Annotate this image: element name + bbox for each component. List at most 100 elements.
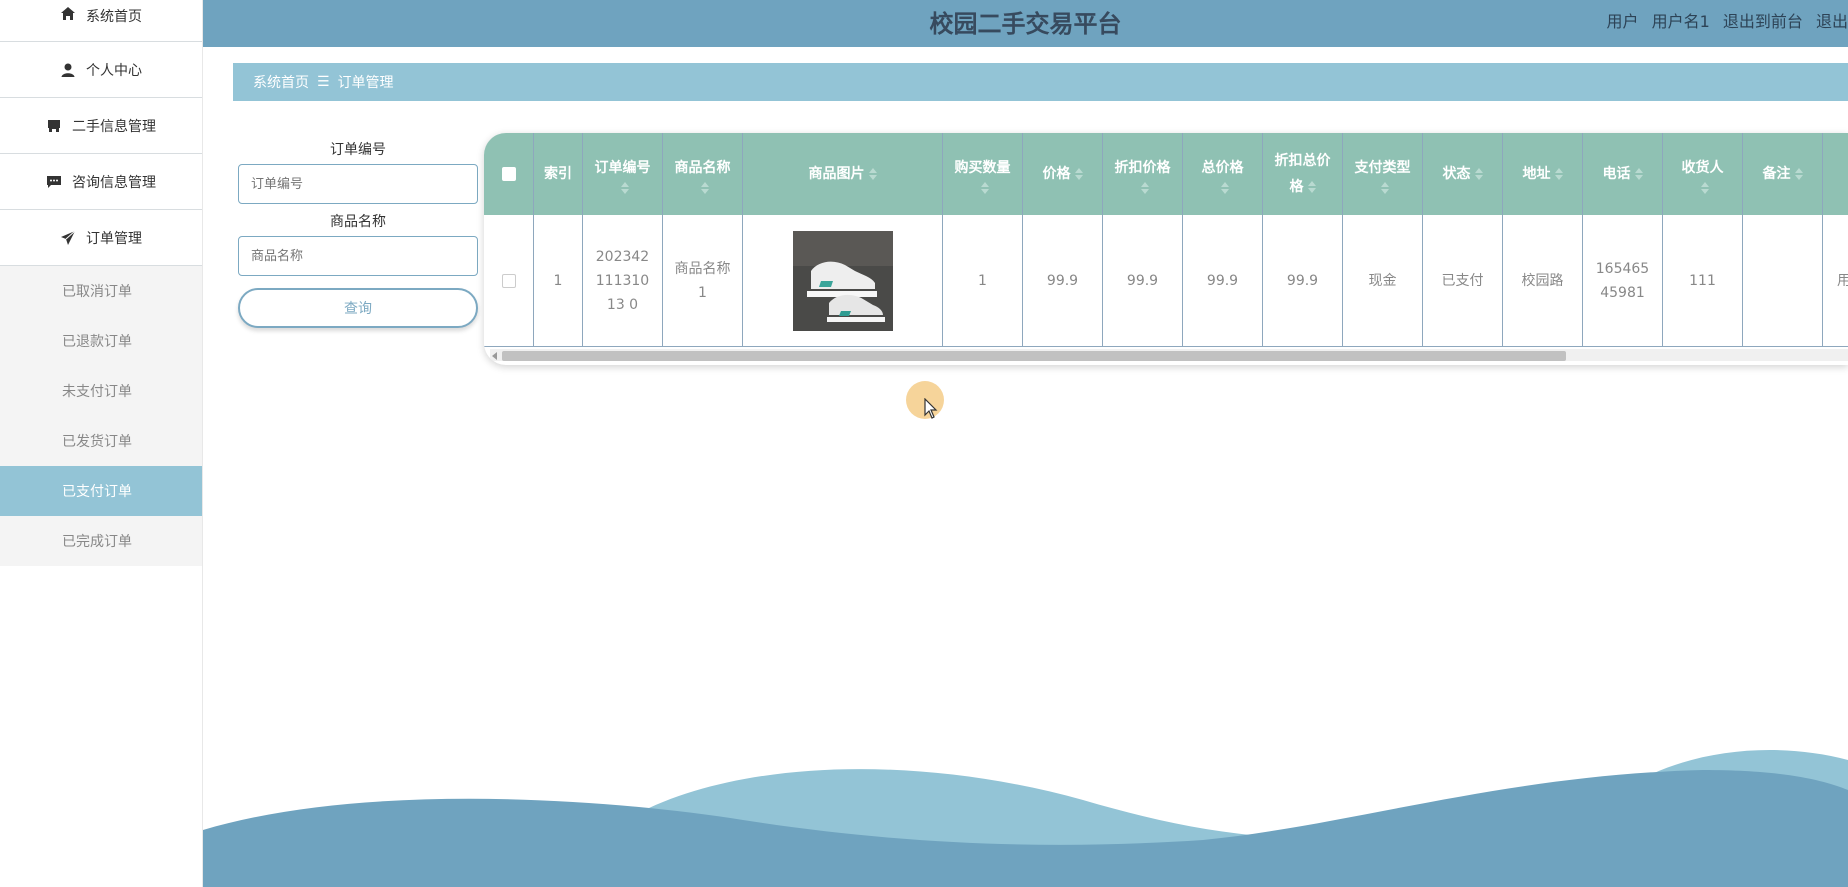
row-checkbox[interactable] [501,273,516,288]
username-label: 用户名1 [1651,12,1710,31]
send-icon [61,230,76,245]
sidebar-item-label: 二手信息管理 [72,118,156,135]
sidebar-subitem-unpaid[interactable]: 未支付订单 [0,366,202,416]
col-header-product-image[interactable]: 商品图片 [743,133,943,215]
scroll-left-arrow-icon[interactable] [492,352,497,360]
sidebar: 系统首页 个人中心 二手信息管理 咨询信息管理 订单管理 已取消订单 已退款订单… [0,0,203,887]
sidebar-item-label: 系统首页 [86,9,142,25]
sort-icon[interactable] [700,182,709,194]
order-table: 索引 订单编号 商品名称 商品图片 购买数量 价格 折扣价格 总价格 折扣总价格… [484,133,1848,365]
col-header-label: 状态 [1442,166,1471,182]
col-header-order-no[interactable]: 订单编号 [583,133,663,215]
col-header-status[interactable]: 状态 [1423,133,1503,215]
cell-product-image [743,215,943,347]
cell-pay-type: 现金 [1343,215,1423,347]
cell-remark [1743,215,1823,347]
breadcrumb-current: 订单管理 [337,75,394,91]
col-header-text: 折扣总价格 [1274,153,1331,195]
sort-icon[interactable] [1140,182,1149,194]
sort-icon[interactable] [1794,168,1803,180]
cell-order-no: 20234211131013 0 [583,215,663,347]
col-header-cut: 商 [1823,133,1848,215]
col-header-label: 备注 [1762,166,1791,182]
cell-cut: 用 [1823,215,1848,347]
col-header-label: 购买数量 [954,160,1011,176]
sidebar-subitem-shipped[interactable]: 已发货订单 [0,416,202,466]
shoe-image [792,230,893,331]
col-header-pay-type[interactable]: 支付类型 [1343,133,1423,215]
sidebar-subitem-paid[interactable]: 已支付订单 [0,466,202,516]
sidebar-item-home[interactable]: 系统首页 [0,0,202,42]
col-header-phone[interactable]: 电话 [1583,133,1663,215]
search-form: 订单编号 商品名称 查询 [238,140,478,328]
row-select-cell[interactable] [484,215,534,347]
col-header-product-name[interactable]: 商品名称 [663,133,743,215]
sidebar-item-orders[interactable]: 订单管理 [0,210,202,266]
sidebar-item-label: 订单管理 [86,230,142,247]
col-header-label: 订单编号 [594,160,651,176]
col-header-label: 收货人 [1681,160,1724,176]
sidebar-item-profile[interactable]: 个人中心 [0,42,202,98]
col-header-label: 价格 [1042,166,1071,182]
cell-product-name: 商品名称1 [663,215,743,347]
sidebar-subitem-refunded[interactable]: 已退款订单 [0,316,202,366]
sidebar-subitem-cancelled[interactable]: 已取消订单 [0,266,202,316]
select-all-cell[interactable] [484,133,534,215]
sort-icon[interactable] [1220,182,1229,194]
cell-address: 校园路 [1503,215,1583,347]
sidebar-item-consult[interactable]: 咨询信息管理 [0,154,202,210]
sort-icon[interactable] [1634,168,1643,180]
sidebar-subitem-completed[interactable]: 已完成订单 [0,516,202,566]
col-header-discount-total[interactable]: 折扣总价格 [1263,133,1343,215]
col-header-label: 支付类型 [1354,160,1411,176]
query-button[interactable]: 查询 [238,288,478,328]
sort-icon[interactable] [1307,181,1316,193]
order-no-label: 订单编号 [330,142,386,158]
sort-icon[interactable] [1554,168,1563,180]
sort-icon[interactable] [1074,168,1083,180]
col-header-index: 索引 [534,133,583,215]
back-to-front-link[interactable]: 退出到前台 [1723,12,1803,31]
order-no-input[interactable] [238,164,478,204]
col-header-label: 商品名称 [674,160,731,176]
col-header-receiver[interactable]: 收货人 [1663,133,1743,215]
logout-link[interactable]: 退出 [1816,12,1848,31]
col-header-address[interactable]: 地址 [1503,133,1583,215]
col-header-remark[interactable]: 备注 [1743,133,1823,215]
cell-phone: 16546545981 [1583,215,1663,347]
wave-decoration [203,750,1848,887]
sort-icon[interactable] [1474,168,1483,180]
cell-index: 1 [534,215,583,347]
top-header: 校园二手交易平台 用户 用户名1 退出到前台 退出 [203,0,1848,47]
col-header-label: 地址 [1522,166,1551,182]
chat-icon [47,175,61,188]
user-role-label: 用户 [1606,12,1639,31]
breadcrumb-separator-icon: ☰ [317,74,330,90]
sort-icon[interactable] [1700,182,1709,194]
select-all-checkbox[interactable] [501,167,516,181]
sort-icon[interactable] [868,168,877,180]
cell-receiver: 111 [1663,215,1743,347]
col-header-total-price[interactable]: 总价格 [1183,133,1263,215]
sidebar-item-label: 个人中心 [86,62,142,79]
scrollbar-thumb[interactable] [502,351,1566,361]
product-image[interactable] [792,230,893,331]
cell-discount-total: 99.9 [1263,215,1343,347]
home-icon [61,7,75,20]
col-header-discount-price[interactable]: 折扣价格 [1103,133,1183,215]
table-horizontal-scrollbar[interactable] [490,349,1848,361]
sort-icon[interactable] [980,182,989,194]
sort-icon[interactable] [620,182,629,194]
col-header-label: 折扣价格 [1114,160,1171,176]
product-name-input[interactable] [238,236,478,276]
breadcrumb-home[interactable]: 系统首页 [253,72,309,92]
header-user-area: 用户 用户名1 退出到前台 退出 [1598,8,1848,32]
sort-icon[interactable] [1380,182,1389,194]
col-header-label: 商品图片 [808,166,865,182]
table-header-row: 索引 订单编号 商品名称 商品图片 购买数量 价格 折扣价格 总价格 折扣总价格… [484,133,1848,215]
col-header-quantity[interactable]: 购买数量 [943,133,1023,215]
col-header-price[interactable]: 价格 [1023,133,1103,215]
cell-discount-price: 99.9 [1103,215,1183,347]
sidebar-item-secondhand[interactable]: 二手信息管理 [0,98,202,154]
store-icon [48,119,60,132]
